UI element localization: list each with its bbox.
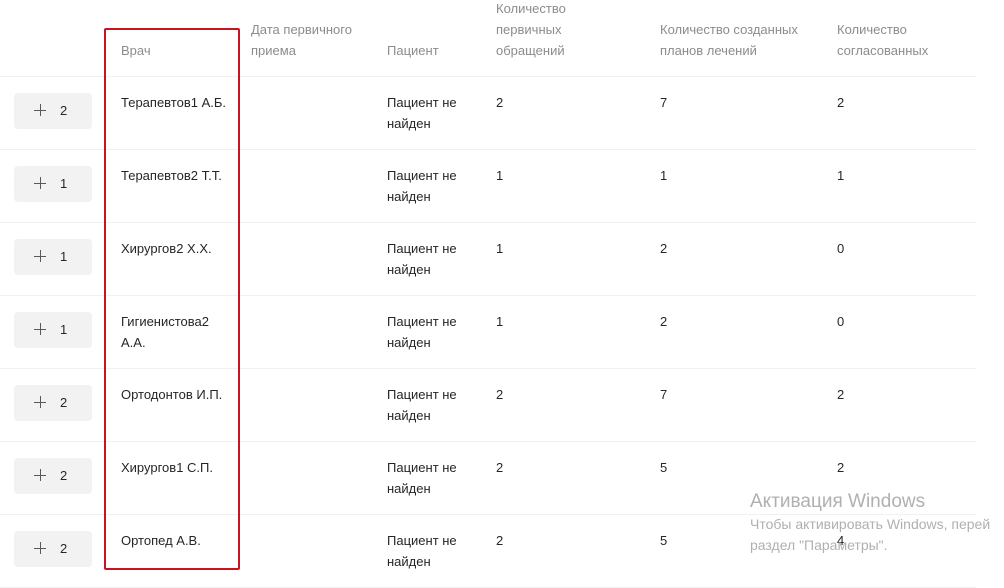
row-count: 1 — [60, 322, 68, 337]
row-count: 1 — [60, 176, 68, 191]
watermark-title: Активация Windows — [750, 491, 926, 512]
expand-row-button[interactable]: 2 — [14, 531, 92, 567]
plus-icon — [34, 177, 46, 189]
plus-icon — [34, 469, 46, 481]
cell-patient: Пациент не найден — [387, 241, 457, 277]
cell-patient: Пациент не найден — [387, 95, 457, 131]
cell-created-plans: 7 — [660, 95, 668, 110]
cell-doctor: Ортодонтов И.П. — [121, 387, 223, 402]
expand-row-button[interactable]: 2 — [14, 458, 92, 494]
header-created-plans[interactable]: Количество созданных планов лечений — [660, 19, 798, 61]
expand-row-button[interactable]: 1 — [14, 239, 92, 275]
plus-icon — [34, 542, 46, 554]
expand-row-button[interactable]: 1 — [14, 312, 92, 348]
row-count: 1 — [60, 249, 68, 264]
plus-icon — [34, 104, 46, 116]
cell-agreed: 0 — [837, 314, 845, 329]
cell-patient: Пациент не найден — [387, 460, 457, 496]
cell-created-plans: 2 — [660, 241, 668, 256]
cell-created-plans: 7 — [660, 387, 668, 402]
watermark-line-1: Чтобы активировать Windows, перей — [750, 516, 991, 532]
header-agreed[interactable]: Количество согласованных — [837, 19, 928, 61]
cell-primary-visits: 2 — [496, 95, 504, 110]
watermark-line-2: раздел "Параметры". — [750, 537, 888, 553]
cell-agreed: 2 — [837, 95, 845, 110]
expand-row-button[interactable]: 1 — [14, 166, 92, 202]
cell-agreed: 2 — [837, 460, 845, 475]
cell-primary-visits: 1 — [496, 241, 504, 256]
cell-agreed: 2 — [837, 387, 845, 402]
cell-patient: Пациент не найден — [387, 387, 457, 423]
plus-icon — [34, 323, 46, 335]
row-count: 2 — [60, 103, 68, 118]
cell-doctor: Гигиенистова2 А.А. — [121, 314, 210, 350]
row-count: 2 — [60, 468, 68, 483]
plus-icon — [34, 250, 46, 262]
cell-primary-visits: 2 — [496, 533, 504, 548]
cell-primary-visits: 2 — [496, 460, 504, 475]
row-count: 2 — [60, 395, 68, 410]
cell-primary-visits: 2 — [496, 387, 504, 402]
cell-agreed: 0 — [837, 241, 845, 256]
expand-row-button[interactable]: 2 — [14, 93, 92, 129]
cell-created-plans: 5 — [660, 533, 668, 548]
cell-doctor: Хирургов2 Х.Х. — [121, 241, 212, 256]
table-row: 2 Ортодонтов И.П. Пациент не найден 2 7 2 — [0, 369, 976, 442]
cell-doctor: Ортопед А.В. — [121, 533, 201, 548]
cell-doctor: Терапевтов2 Т.Т. — [121, 168, 222, 183]
windows-activation-watermark: Активация Windows Чтобы активировать Win… — [750, 490, 990, 556]
header-primary-visits[interactable]: Количество первичных обращений — [496, 0, 566, 61]
cell-doctor: Хирургов1 С.П. — [121, 460, 213, 475]
cell-agreed: 1 — [837, 168, 845, 183]
cell-patient: Пациент не найден — [387, 168, 457, 204]
cell-doctor: Терапевтов1 А.Б. — [121, 95, 227, 110]
table-row: 2 Терапевтов1 А.Б. Пациент не найден 2 7 2 — [0, 77, 976, 150]
header-doctor[interactable]: Врач — [121, 40, 151, 61]
table-row: 1 Гигиенистова2 А.А. Пациент не найден 1 2 0 — [0, 296, 976, 369]
cell-patient: Пациент не найден — [387, 314, 457, 350]
plus-icon — [34, 396, 46, 408]
cell-primary-visits: 1 — [496, 314, 504, 329]
cell-primary-visits: 1 — [496, 168, 504, 183]
cell-created-plans: 2 — [660, 314, 668, 329]
expand-row-button[interactable]: 2 — [14, 385, 92, 421]
cell-created-plans: 5 — [660, 460, 668, 475]
table-row: 1 Терапевтов2 Т.Т. Пациент не найден 1 1 1 — [0, 150, 976, 223]
table-row: 1 Хирургов2 Х.Х. Пациент не найден 1 2 0 — [0, 223, 976, 296]
row-count: 2 — [60, 541, 68, 556]
cell-created-plans: 1 — [660, 168, 668, 183]
header-patient[interactable]: Пациент — [387, 40, 439, 61]
cell-patient: Пациент не найден — [387, 533, 457, 569]
header-first-visit-date[interactable]: Дата первичного приема — [251, 19, 352, 61]
